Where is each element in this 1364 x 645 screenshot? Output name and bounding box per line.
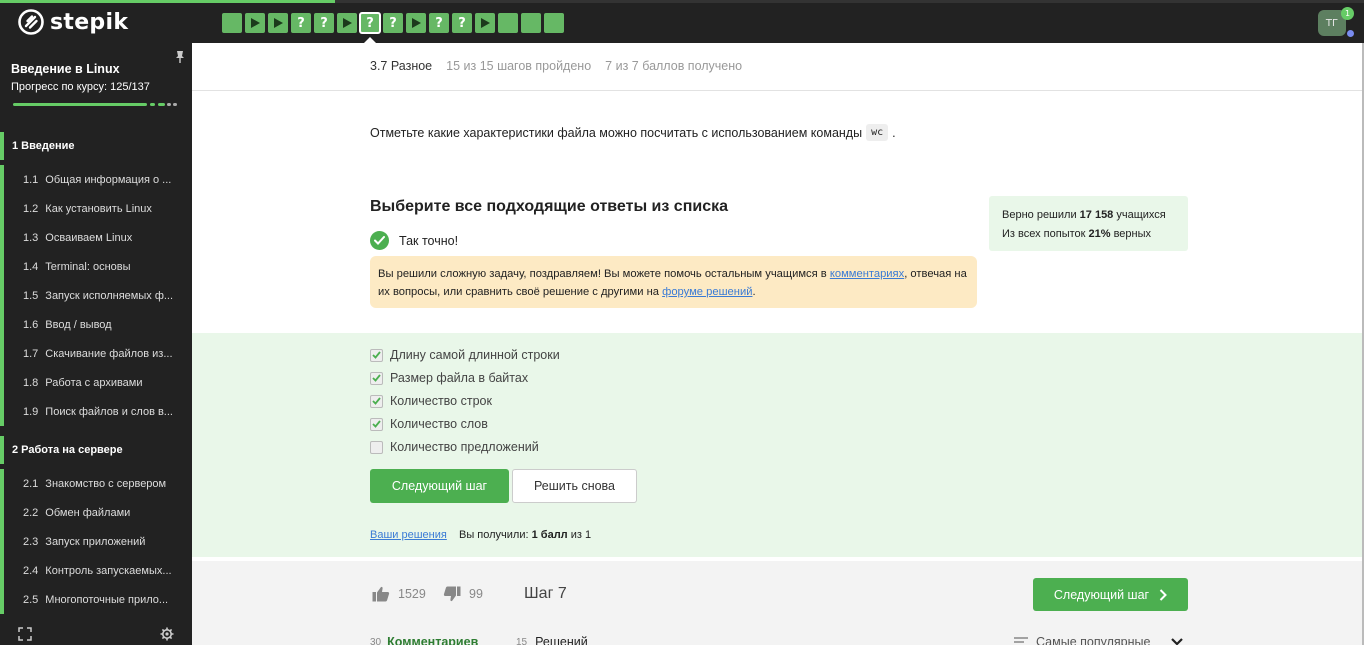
sidebar-item-lesson-1.7[interactable]: 1.7 Скачивание файлов из... [0,339,192,368]
sort-icon [1014,637,1028,643]
sidebar-item-lesson-2.3[interactable]: 2.3 Запуск приложений [0,527,192,556]
stats-box: Верно решили 17 158 учащихся Из всех поп… [989,196,1188,251]
stepik-logo[interactable]: stepik [18,8,128,36]
command-code: wc [866,124,889,141]
sidebar-item-lesson-1.5[interactable]: 1.5 Запуск исполняемых ф... [0,281,192,310]
step-2-play[interactable] [245,13,265,33]
step-footer: 1529 99 Шаг 7 Следующий шаг 30 Комментар… [192,561,1362,645]
top-bar: stepik ?????? ТГ 1 [0,0,1364,44]
sidebar-item-lesson-2.4[interactable]: 2.4 Контроль запускаемых... [0,556,192,585]
status-dot [1347,30,1354,37]
sidebar-item-lesson-2.2[interactable]: 2.2 Обмен файлами [0,498,192,527]
play-icon [481,18,490,28]
step-7-quiz[interactable]: ? [359,12,381,44]
step-navigation: ?????? [222,12,564,44]
answers-panel: Длину самой длинной строки Размер файла в… [192,333,1362,557]
solutions-forum-link[interactable]: форуме решений [662,286,752,298]
thumbs-down-icon [443,586,461,602]
score-text: Вы получили: 1 балл из 1 [459,529,592,541]
course-progress-bar [13,103,183,106]
sidebar-item-lesson-1.6[interactable]: 1.6 Ввод / вывод [0,310,192,339]
like-button[interactable]: 1529 [372,586,426,602]
congrats-notice: Вы решили сложную задачу, поздравляем! В… [370,256,977,308]
step-number: Шаг 7 [524,585,567,602]
correct-text: Так точно! [399,233,459,248]
check-circle-icon [370,231,389,250]
play-icon [274,18,283,28]
your-solutions-link[interactable]: Ваши решения [370,529,447,541]
next-step-button[interactable]: Следующий шаг [370,469,509,503]
step-1-text[interactable] [222,13,242,33]
step-13-text[interactable] [498,13,518,33]
breadcrumb: 3.7 Разное 15 из 15 шагов пройдено 7 из … [370,59,742,73]
play-icon [412,18,421,28]
sidebar-item-lesson-2.5[interactable]: 2.5 Многопоточные прило... [0,585,192,614]
fullscreen-icon[interactable] [18,627,32,641]
sidebar-item-lesson-1.3[interactable]: 1.3 Осваиваем Linux [0,223,192,252]
step-4-quiz[interactable]: ? [291,13,311,33]
dislike-button[interactable]: 99 [443,586,483,602]
divider [192,90,1362,91]
step-15-text[interactable] [544,13,564,33]
answer-option[interactable]: Количество слов [370,417,488,431]
likes-count: 1529 [398,587,426,601]
step-14-text[interactable] [521,13,541,33]
step-3-play[interactable] [268,13,288,33]
sidebar-item-lesson-2.1[interactable]: 2.1 Знакомство с сервером [0,469,192,498]
step-10-quiz[interactable]: ? [429,13,449,33]
correct-feedback: Так точно! [370,231,458,250]
sidebar-item-lesson-1.1[interactable]: 1.1 Общая информация о ... [0,165,192,194]
sidebar: Введение в Linux Прогресс по курсу: 125/… [0,43,192,645]
pin-icon[interactable] [174,50,186,64]
step-6-play[interactable] [337,13,357,33]
course-progress-label: Прогресс по курсу: 125/137 [11,81,150,93]
chevron-right-icon [1159,588,1168,601]
course-title[interactable]: Введение в Linux [11,62,120,76]
retry-button[interactable]: Решить снова [512,469,637,503]
choose-title: Выберите все подходящие ответы из списка [370,198,728,215]
notification-badge: 1 [1341,7,1354,20]
answer-option[interactable]: Длину самой длинной строки [370,348,560,362]
play-icon [343,18,352,28]
points-earned: 7 из 7 баллов получено [605,59,743,73]
main-content: 3.7 Разное 15 из 15 шагов пройдено 7 из … [192,43,1362,645]
footer-next-step-button[interactable]: Следующий шаг [1033,578,1188,611]
play-icon [251,18,260,28]
module-1[interactable]: 1 Введение [0,132,192,160]
checkbox[interactable] [370,348,383,362]
step-8-quiz[interactable]: ? [383,13,403,33]
dislikes-count: 99 [469,587,483,601]
comments-link[interactable]: комментариях [830,268,904,280]
gear-icon[interactable] [160,627,174,641]
thumbs-up-icon [372,586,390,602]
step-5-quiz[interactable]: ? [314,13,334,33]
answer-option[interactable]: Количество строк [370,394,492,408]
stepik-logo-icon [18,9,44,35]
sidebar-item-lesson-1.4[interactable]: 1.4 Terminal: основы [0,252,192,281]
question-text: Отметьте какие характеристики файла можн… [370,124,896,141]
steps-done: 15 из 15 шагов пройдено [446,59,592,73]
step-9-play[interactable] [406,13,426,33]
answer-option[interactable]: Количество предложений [370,440,539,454]
step-11-quiz[interactable]: ? [452,13,472,33]
sidebar-item-lesson-1.2[interactable]: 1.2 Как установить Linux [0,194,192,223]
lesson-progress-line [0,0,1364,3]
comments-tab[interactable]: 30 Комментариев [370,635,478,645]
lesson-section[interactable]: 3.7 Разное [370,59,432,73]
checkbox[interactable] [370,440,383,454]
sidebar-footer [0,623,192,645]
step-12-play[interactable] [475,13,495,33]
solutions-tab[interactable]: 15 Решений [516,635,588,645]
checkbox[interactable] [370,371,383,385]
checkbox[interactable] [370,394,383,408]
chevron-down-icon [1171,638,1184,645]
logo-text: stepik [50,9,129,35]
sidebar-item-lesson-1.9[interactable]: 1.9 Поиск файлов и слов в... [0,397,192,426]
checkbox[interactable] [370,417,383,431]
answer-option[interactable]: Размер файла в байтах [370,371,528,385]
sidebar-item-lesson-1.8[interactable]: 1.8 Работа с архивами [0,368,192,397]
module-2[interactable]: 2 Работа на сервере [0,436,192,464]
sort-dropdown[interactable]: Самые популярные [1014,635,1184,645]
